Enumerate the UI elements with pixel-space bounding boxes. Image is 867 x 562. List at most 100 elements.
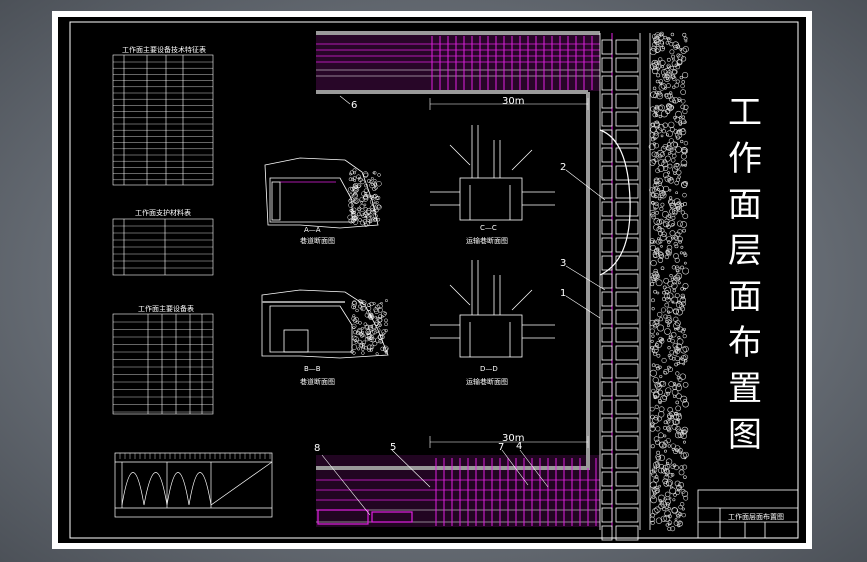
gob-rock — [663, 434, 667, 438]
hydraulic-support — [601, 381, 613, 397]
hydraulic-support-canopy — [615, 147, 639, 163]
gob-rock — [664, 254, 670, 260]
hydraulic-support — [601, 219, 613, 235]
hydraulic-support-canopy — [615, 507, 639, 523]
rock-fill — [384, 318, 388, 323]
gob-rock — [668, 320, 672, 324]
gob-rock — [657, 311, 663, 318]
gob-rock — [670, 65, 674, 70]
rock-fill — [349, 193, 353, 197]
caption-cc: 运输巷断面图 — [466, 237, 508, 245]
gob-rock — [664, 155, 671, 162]
gob-rock — [650, 512, 656, 518]
gob-rock — [660, 244, 663, 248]
hydraulic-support — [601, 435, 613, 451]
rock-fill — [360, 307, 364, 311]
gob-rock — [664, 491, 671, 498]
rock-fill — [377, 173, 381, 177]
gob-rock — [682, 228, 686, 233]
gob-rock — [663, 74, 671, 82]
bottom-roadway — [316, 455, 600, 527]
gob-rock — [668, 138, 674, 144]
hydraulic-support-canopy — [615, 309, 639, 325]
gob-rock — [660, 266, 665, 271]
gob-rock — [663, 314, 668, 319]
gob-rock — [670, 443, 676, 449]
gob-rock — [649, 369, 657, 377]
rock-fill — [378, 318, 383, 323]
hydraulic-support-canopy — [615, 75, 639, 91]
hydraulic-support — [601, 327, 613, 343]
gob-rock — [680, 153, 687, 160]
hydraulic-support — [601, 237, 613, 253]
hydraulic-support-canopy — [615, 273, 639, 289]
gob-rock — [650, 444, 655, 449]
gob-rock — [660, 202, 665, 207]
section-cc — [430, 125, 555, 221]
hydraulic-support — [601, 309, 613, 325]
hydraulic-support-canopy — [615, 399, 639, 415]
gob-rock — [656, 332, 659, 336]
gob-rock — [668, 496, 672, 500]
gob-rock — [680, 221, 687, 228]
gob-rock — [666, 324, 670, 328]
gob-rock — [675, 169, 682, 176]
gob-rock — [673, 493, 677, 497]
callout-1: 1 — [560, 288, 567, 299]
gob-rock — [671, 215, 676, 220]
gob-rock — [654, 404, 659, 409]
rock-fill — [364, 337, 370, 342]
gob-rock — [667, 338, 671, 343]
hydraulic-support-canopy — [615, 453, 639, 469]
hydraulic-support-canopy — [615, 111, 639, 127]
gob-rock — [667, 163, 673, 169]
hydraulic-support-canopy — [615, 381, 639, 397]
title-char: 层 — [728, 231, 762, 271]
rock-fill — [356, 174, 361, 180]
hydraulic-support-canopy — [615, 129, 639, 145]
hydraulic-support — [601, 399, 613, 415]
gob-rock — [671, 357, 676, 361]
gob-rock — [673, 241, 678, 247]
gob-rock — [681, 148, 687, 155]
gob-rock — [680, 56, 687, 62]
gob-rock — [670, 277, 674, 281]
section-dd — [430, 260, 555, 358]
section-label-aa: A—A — [304, 226, 321, 234]
gob-rock — [651, 192, 656, 198]
gob-rock — [678, 469, 685, 476]
gob-rock — [682, 382, 689, 388]
gob-rock — [682, 440, 686, 444]
gob-rock — [669, 487, 677, 495]
gob-rock — [674, 518, 678, 521]
gob-rock — [667, 506, 671, 511]
gob-rock — [651, 363, 656, 367]
rock-fill — [352, 193, 358, 200]
rock-fill — [367, 178, 372, 184]
gob-rock — [667, 520, 673, 525]
gob-rock — [670, 157, 676, 163]
title-char: 作 — [728, 139, 762, 179]
gob-rock — [651, 151, 658, 157]
gob-rock — [655, 426, 661, 432]
hydraulic-support-canopy — [615, 291, 639, 307]
table-1-title: 工作面主要设备技术特征表 — [122, 46, 206, 54]
gob-rock — [679, 373, 687, 380]
gob-rock — [650, 282, 655, 287]
gob-rock — [672, 498, 676, 502]
callout-8: 8 — [314, 443, 321, 454]
section-label-cc: C—C — [480, 224, 497, 232]
gob-rock — [682, 109, 688, 115]
dimension-top: 30m — [502, 96, 525, 107]
gob-rock — [681, 80, 686, 84]
gob-rock — [675, 79, 680, 84]
rock-fill — [373, 178, 377, 183]
gob-rock — [651, 334, 655, 338]
gob-rock — [660, 110, 668, 118]
hydraulic-support — [601, 507, 613, 523]
hydraulic-support-canopy — [615, 471, 639, 487]
hydraulic-support — [601, 111, 613, 127]
rock-fill — [361, 351, 365, 355]
gob-rock — [666, 244, 673, 251]
gob-rock — [655, 239, 661, 245]
